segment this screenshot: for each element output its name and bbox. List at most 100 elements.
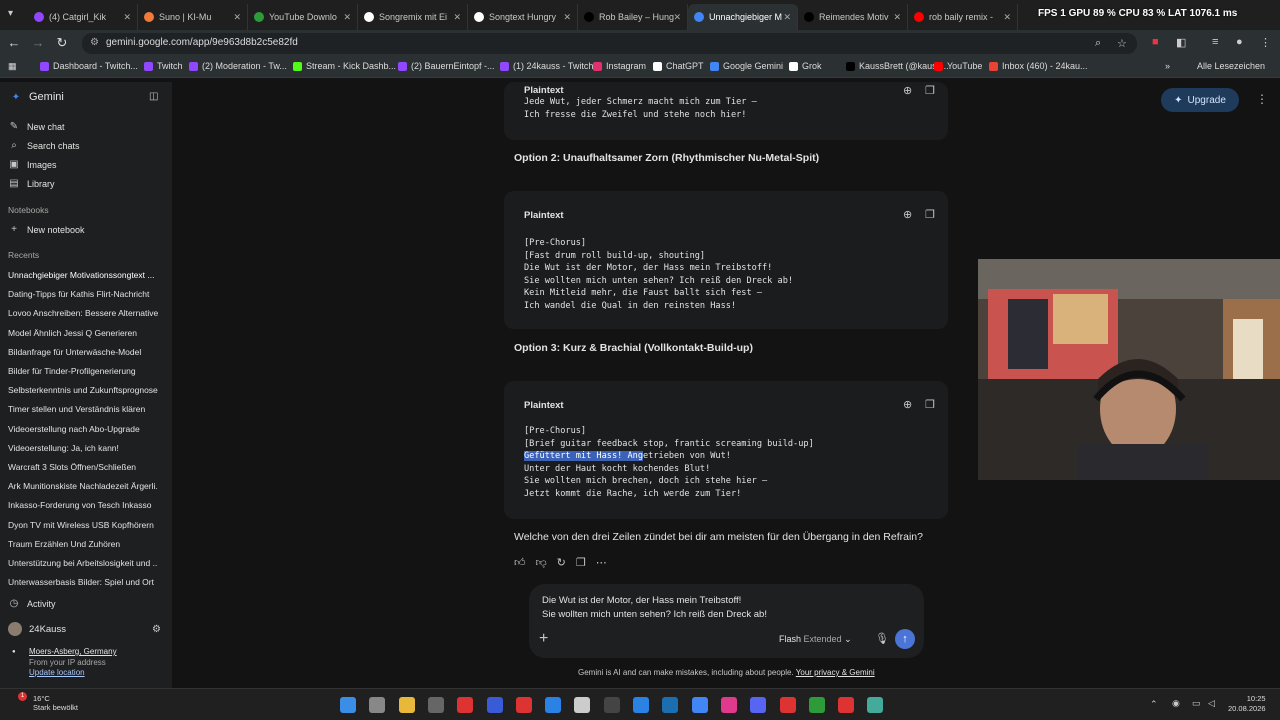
copy-icon[interactable]: ❐ xyxy=(925,398,935,411)
apps-icon[interactable]: ▦ xyxy=(8,61,17,72)
sidebar-item-library[interactable]: ▤ Library xyxy=(8,178,54,189)
recent-chat-item[interactable]: Selbsterkenntnis und Zukunftsprognose xyxy=(8,385,158,395)
tab-1[interactable]: Suno | KI-Mu ✕ xyxy=(138,4,248,30)
prompt-input[interactable]: Die Wut ist der Motor, der Hass mein Tre… xyxy=(529,584,924,658)
tab-8[interactable]: rob baily remix - ✕ xyxy=(908,4,1018,30)
recent-chat-item[interactable]: Unterstützung bei Arbeitslosigkeit und .… xyxy=(8,558,158,568)
taskbar-app-icon[interactable] xyxy=(486,697,503,713)
taskbar-app-icon[interactable] xyxy=(720,697,737,713)
add-attachment-icon[interactable]: + xyxy=(539,630,548,648)
taskbar-app-icon[interactable] xyxy=(427,697,444,713)
profile-avatar[interactable]: ● xyxy=(1236,36,1243,48)
taskbar-app-icon[interactable] xyxy=(369,697,386,713)
taskbar-app-icon[interactable] xyxy=(633,697,649,713)
upgrade-button[interactable]: ✦ Upgrade xyxy=(1161,88,1239,112)
taskbar-app-icon[interactable] xyxy=(398,697,415,713)
tab-4[interactable]: Songtext Hungry ✕ xyxy=(468,4,578,30)
recent-chat-item[interactable]: Unnachgiebiger Motivationssongtext ... xyxy=(8,270,158,280)
regenerate-icon[interactable]: ↻ xyxy=(557,556,566,569)
close-icon[interactable]: ✕ xyxy=(893,12,901,23)
tab-search-icon[interactable]: ▾ xyxy=(8,8,22,22)
copy-icon[interactable]: ❐ xyxy=(576,556,586,569)
bookmark-item[interactable]: (2) Moderation - Tw... xyxy=(189,61,287,71)
thumbs-up-icon[interactable]: 👍︎ xyxy=(514,556,526,569)
close-icon[interactable]: ✕ xyxy=(233,12,241,23)
thumbs-down-icon[interactable]: 👎︎ xyxy=(536,556,547,569)
start-button[interactable] xyxy=(340,697,356,713)
recent-chat-item[interactable]: Bilder für Tinder-Profilgenerierung xyxy=(8,366,158,376)
close-icon[interactable]: ✕ xyxy=(123,12,131,23)
tab-3[interactable]: Songremix mit Ei ✕ xyxy=(358,4,468,30)
url-text[interactable]: gemini.google.com/app/9e963d8b2c5e82fd xyxy=(106,37,298,48)
bookmark-item[interactable]: Stream - Kick Dashb... xyxy=(293,61,396,71)
recent-chat-item[interactable]: Videoerstellung nach Abo-Upgrade xyxy=(8,424,158,434)
bookmarks-overflow-icon[interactable]: » xyxy=(1165,61,1170,71)
sidebar-item-new-notebook[interactable]: + New notebook xyxy=(8,224,84,235)
close-icon[interactable]: ✕ xyxy=(783,12,791,23)
network-icon[interactable]: ▭ xyxy=(1192,698,1201,709)
taskbar-app-icon[interactable] xyxy=(867,697,884,713)
bookmark-item[interactable]: Twitch xyxy=(144,61,183,71)
taskbar-app-icon[interactable] xyxy=(603,697,620,713)
gemini-logo[interactable]: ✦ Gemini xyxy=(10,91,64,103)
taskbar-app-icon[interactable] xyxy=(662,697,679,713)
tab-groups-icon[interactable]: ≡ xyxy=(1212,36,1218,48)
extension-adblock-icon[interactable]: ■ xyxy=(1152,36,1159,48)
bookmark-item[interactable]: Google Gemini xyxy=(710,61,783,71)
bookmark-star-icon[interactable]: ☆ xyxy=(1117,37,1127,50)
copy-icon[interactable]: ❐ xyxy=(925,208,935,221)
sidebar-item-activity[interactable]: ◷ Activity xyxy=(8,598,56,609)
bookmark-item[interactable]: Inbox (460) - 24kau... xyxy=(989,61,1088,71)
more-options-icon[interactable]: ⋮ xyxy=(1256,92,1268,106)
chrome-menu-icon[interactable]: ⋮ xyxy=(1260,36,1271,49)
download-icon[interactable]: ⊕ xyxy=(903,84,912,97)
back-icon[interactable]: ← xyxy=(6,35,22,50)
update-location-link[interactable]: Update location xyxy=(29,668,85,677)
download-icon[interactable]: ⊕ xyxy=(903,208,912,221)
download-icon[interactable]: ⊕ xyxy=(903,398,912,411)
bookmark-item[interactable]: (1) 24kauss - Twitch xyxy=(500,61,593,71)
address-bar[interactable]: ⚙ gemini.google.com/app/9e963d8b2c5e82fd… xyxy=(82,33,1137,54)
privacy-link[interactable]: Your privacy & Gemini xyxy=(796,668,875,677)
sidebar-item-images[interactable]: ▣ Images xyxy=(8,159,56,170)
taskbar-app-icon[interactable] xyxy=(457,697,474,713)
recent-chat-item[interactable]: Inkasso-Forderung von Tesch Inkasso xyxy=(8,500,158,510)
tab-2[interactable]: YouTube Downlo ✕ xyxy=(248,4,358,30)
system-clock[interactable]: 10:25 20.08.2026 xyxy=(1228,694,1266,714)
tray-icon[interactable]: ◉ xyxy=(1172,698,1180,709)
settings-gear-icon[interactable]: ⚙ xyxy=(152,624,161,635)
recent-chat-item[interactable]: Videoerstellung: Ja, ich kann! xyxy=(8,443,158,453)
tab-7[interactable]: Reimendes Motiv ✕ xyxy=(798,4,908,30)
volume-icon[interactable]: ◁ xyxy=(1208,698,1215,709)
recent-chat-item[interactable]: Timer stellen und Verständnis klären xyxy=(8,404,158,414)
bookmark-item[interactable]: YouTube xyxy=(934,61,982,71)
bookmark-item[interactable]: Grok xyxy=(789,61,822,71)
taskbar-app-icon[interactable] xyxy=(515,697,532,713)
zoom-icon[interactable]: ⌕ xyxy=(1095,37,1101,50)
user-account[interactable]: 24Kauss xyxy=(8,622,66,636)
taskbar-app-icon[interactable] xyxy=(779,697,796,713)
more-icon[interactable]: ⋯ xyxy=(596,556,607,569)
recent-chat-item[interactable]: Ark Munitionskiste Nachladezeit Ärgerli.… xyxy=(8,481,158,491)
prompt-text[interactable]: Die Wut ist der Motor, der Hass mein Tre… xyxy=(542,594,767,622)
recent-chat-item[interactable]: Model Ähnlich Jessi Q Generieren xyxy=(8,328,158,338)
send-button[interactable]: ↑ xyxy=(895,629,915,649)
taskbar-app-icon[interactable] xyxy=(574,697,591,713)
bookmark-item[interactable]: Dashboard - Twitch... xyxy=(40,61,138,71)
bookmark-item[interactable]: (2) BauernEintopf -... xyxy=(398,61,495,71)
microphone-icon[interactable]: 🎙︎ xyxy=(875,632,889,645)
site-info-icon[interactable]: ⚙ xyxy=(90,37,99,48)
recent-chat-item[interactable]: Dyon TV mit Wireless USB Kopfhörern xyxy=(8,520,158,530)
recent-chat-item[interactable]: Unterwasserbasis Bilder: Spiel und Ort xyxy=(8,577,158,587)
taskbar-app-icon[interactable] xyxy=(691,697,708,713)
close-icon[interactable]: ✕ xyxy=(1003,12,1011,23)
weather-widget[interactable]: 16°C Stark bewölkt xyxy=(33,694,78,712)
copy-icon[interactable]: ❐ xyxy=(925,84,935,97)
taskbar-app-icon[interactable] xyxy=(750,697,767,713)
forward-icon[interactable]: → xyxy=(30,35,46,50)
tab-6[interactable]: Unnachgiebiger M ✕ xyxy=(688,4,798,30)
model-selector[interactable]: Flash Extended ⌄ xyxy=(779,634,852,645)
recent-chat-item[interactable]: Lovoo Anschreiben: Bessere Alternativen xyxy=(8,308,158,318)
reload-icon[interactable]: ↻ xyxy=(54,35,70,51)
taskbar-app-icon[interactable] xyxy=(838,697,855,713)
